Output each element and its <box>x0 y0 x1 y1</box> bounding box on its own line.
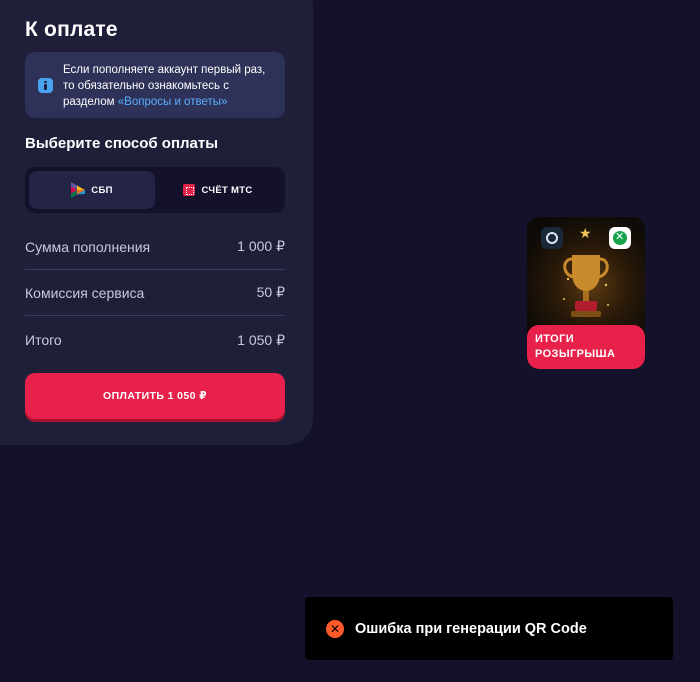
page-title: К оплате <box>25 18 118 41</box>
method-mts-label: СЧЁТ МТС <box>201 184 253 196</box>
total-value: 1 050 ₽ <box>237 331 285 348</box>
method-mts-button[interactable]: СЧЁТ МТС <box>155 171 281 209</box>
commission-label: Комиссия сервиса <box>25 284 145 301</box>
method-sbp-label: СБП <box>91 184 113 196</box>
error-message: Ошибка при генерации QR Code <box>355 620 587 637</box>
error-toast[interactable]: ✕ Ошибка при генерации QR Code <box>305 597 673 660</box>
star-icon: ★ <box>579 225 592 241</box>
payment-method-title: Выберите способ оплаты <box>25 135 219 152</box>
method-sbp-button[interactable]: СБП <box>29 171 155 209</box>
total-label: Итого <box>25 332 62 348</box>
amount-label: Сумма пополнения <box>25 238 151 255</box>
summary-row-commission: Комиссия сервиса 50 ₽ <box>25 270 285 316</box>
payment-method-switch: СБП СЧЁТ МТС <box>25 167 285 213</box>
pay-button[interactable]: ОПЛАТИТЬ 1 050 ₽ <box>25 373 285 419</box>
info-text: Если пополняете аккаунт первый раз, то о… <box>63 62 278 110</box>
info-icon <box>38 78 53 93</box>
info-notice: Если пополняете аккаунт первый раз, то о… <box>25 52 285 118</box>
commission-value: 50 ₽ <box>256 284 285 300</box>
mts-icon <box>183 184 196 196</box>
xbox-icon <box>609 227 631 249</box>
giveaway-label-line1: ИТОГИ <box>535 333 575 345</box>
sbp-icon <box>71 182 86 198</box>
summary-row-amount: Сумма пополнения 1 000 ₽ <box>25 224 285 270</box>
faq-link[interactable]: «Вопросы и ответы» <box>118 96 228 108</box>
trophy-icon <box>563 255 609 317</box>
giveaway-label-line2: РОЗЫГРЫША <box>535 348 616 360</box>
steam-icon <box>541 227 563 249</box>
payment-panel: К оплате Если пополняете аккаунт первый … <box>0 0 313 445</box>
giveaway-results-banner[interactable]: ★ ИТОГИ РОЗЫГРЫША <box>527 217 645 369</box>
giveaway-label: ИТОГИ РОЗЫГРЫША <box>527 325 645 369</box>
summary-row-total: Итого 1 050 ₽ <box>25 317 285 363</box>
amount-value: 1 000 ₽ <box>237 238 285 254</box>
error-icon: ✕ <box>326 619 344 638</box>
